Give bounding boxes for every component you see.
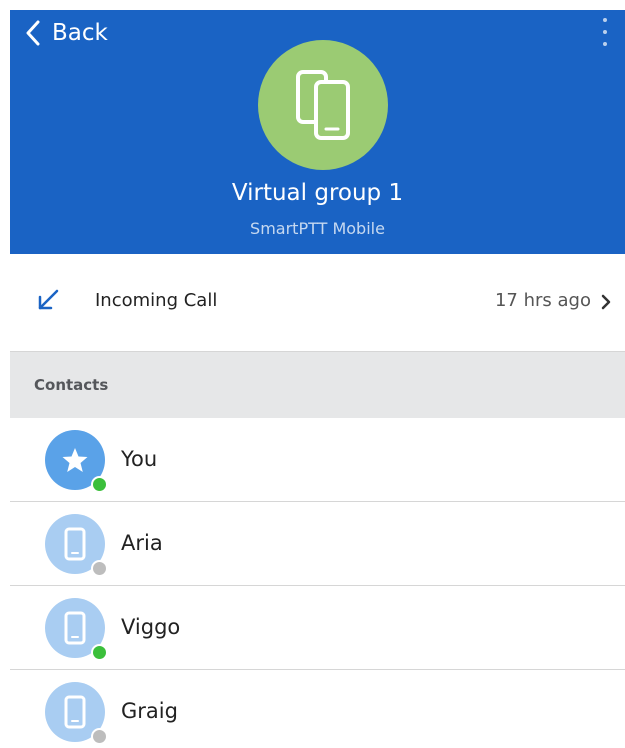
contact-name: Aria xyxy=(121,531,163,555)
phone-icon xyxy=(64,695,86,729)
group-header: Back Virtual group 1 SmartPTT Mobile xyxy=(10,10,625,254)
contact-name: Graig xyxy=(121,699,178,723)
contact-name: You xyxy=(121,447,158,471)
contact-row-you[interactable]: You xyxy=(10,418,625,502)
more-dot xyxy=(603,18,607,22)
back-label: Back xyxy=(52,20,108,46)
incoming-call-arrow-icon xyxy=(38,289,59,310)
group-title: Virtual group 1 xyxy=(231,180,404,206)
more-options-button[interactable] xyxy=(599,18,611,46)
contacts-section-header: Contacts xyxy=(10,352,625,418)
contact-row-aria[interactable]: Aria xyxy=(10,502,625,586)
avatar xyxy=(45,682,108,745)
section-title: Contacts xyxy=(34,376,109,394)
avatar xyxy=(45,598,108,661)
devices-icon xyxy=(296,70,350,140)
offline-status-dot xyxy=(91,560,108,577)
recent-call-row[interactable]: Incoming Call 17 hrs ago xyxy=(10,254,625,352)
star-icon xyxy=(62,448,88,472)
chevron-right-icon xyxy=(601,294,611,310)
contact-row-viggo[interactable]: Viggo xyxy=(10,586,625,670)
online-status-dot xyxy=(91,644,108,661)
offline-status-dot xyxy=(91,728,108,745)
more-dot xyxy=(603,30,607,34)
group-details-screen: Back Virtual group 1 SmartPTT Mobile Inc… xyxy=(10,10,625,748)
contact-row-graig[interactable]: Graig xyxy=(10,670,625,748)
call-type-label: Incoming Call xyxy=(95,290,218,311)
online-status-dot xyxy=(91,476,108,493)
group-avatar xyxy=(258,40,388,170)
chevron-left-icon xyxy=(26,20,40,46)
phone-icon xyxy=(64,611,86,645)
group-subtitle: SmartPTT Mobile xyxy=(250,219,385,238)
avatar xyxy=(45,514,108,577)
call-time: 17 hrs ago xyxy=(494,290,591,311)
avatar xyxy=(45,430,108,493)
more-dot xyxy=(603,42,607,46)
back-button[interactable]: Back xyxy=(26,16,108,50)
phone-icon xyxy=(64,527,86,561)
contact-name: Viggo xyxy=(121,615,181,639)
